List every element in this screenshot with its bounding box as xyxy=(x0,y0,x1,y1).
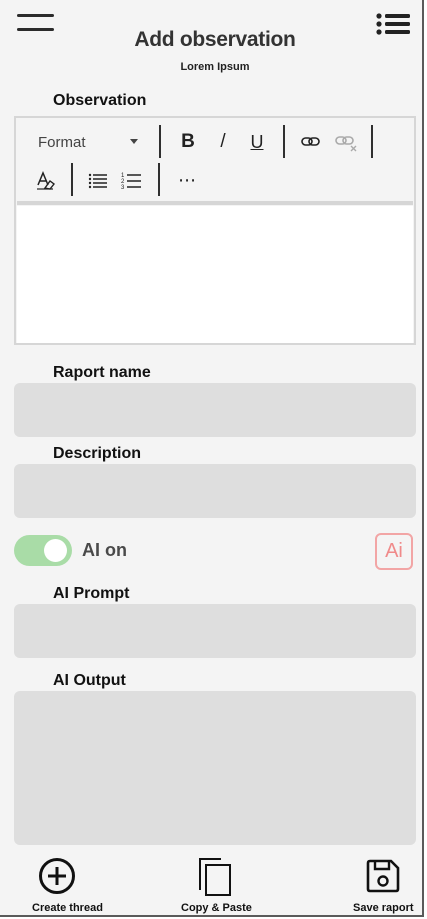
observation-label: Observation xyxy=(53,92,147,109)
ai-icon[interactable]: Ai xyxy=(375,533,413,570)
svg-text:3: 3 xyxy=(121,185,125,191)
page-title: Add observation xyxy=(134,28,296,51)
toolbar-divider xyxy=(71,163,73,196)
more-options-button[interactable]: ⋯ xyxy=(173,166,201,194)
description-label: Description xyxy=(53,445,142,462)
clear-format-icon[interactable] xyxy=(31,166,59,194)
raport-name-label: Raport name xyxy=(53,364,151,381)
observation-editor: Format B / U 1 2 3 ⋯ xyxy=(14,116,416,345)
bold-button[interactable]: B xyxy=(174,128,202,156)
link-icon[interactable] xyxy=(297,128,325,156)
description-input[interactable] xyxy=(14,464,416,518)
editor-divider xyxy=(17,201,413,205)
save-icon[interactable] xyxy=(365,858,401,894)
italic-button[interactable]: / xyxy=(209,128,237,156)
copy-icon[interactable] xyxy=(197,857,233,897)
numbered-list-icon[interactable]: 1 2 3 xyxy=(118,166,146,194)
unlink-icon[interactable] xyxy=(332,128,360,156)
toggle-knob xyxy=(44,539,67,562)
format-select-label: Format xyxy=(38,133,86,151)
chevron-down-icon xyxy=(130,139,138,144)
format-select[interactable]: Format xyxy=(38,128,148,156)
editor-toolbar: Format B / U 1 2 3 ⋯ xyxy=(16,118,414,200)
ai-toggle-label: AI on xyxy=(82,540,127,560)
page-subtitle: Lorem Ipsum xyxy=(180,61,250,73)
underline-button[interactable]: U xyxy=(243,128,271,156)
observation-text-area[interactable] xyxy=(17,206,413,343)
copy-paste-label[interactable]: Copy & Paste xyxy=(181,902,252,914)
toolbar-divider xyxy=(283,125,285,158)
add-circle-icon[interactable] xyxy=(38,857,76,895)
ai-prompt-label: AI Prompt xyxy=(53,585,130,602)
raport-name-input[interactable] xyxy=(14,383,416,437)
bullet-list-icon[interactable] xyxy=(84,166,112,194)
create-thread-label[interactable]: Create thread xyxy=(32,902,103,914)
ai-output-area[interactable] xyxy=(14,691,416,845)
ai-prompt-input[interactable] xyxy=(14,604,416,658)
toolbar-divider xyxy=(371,125,373,158)
ai-output-label: AI Output xyxy=(53,672,126,689)
toolbar-divider xyxy=(159,125,161,158)
save-raport-label[interactable]: Save raport xyxy=(353,902,414,914)
ai-toggle[interactable] xyxy=(14,535,72,566)
toolbar-divider xyxy=(158,163,160,196)
app-frame: Add observation Lorem Ipsum Observation … xyxy=(0,0,424,917)
